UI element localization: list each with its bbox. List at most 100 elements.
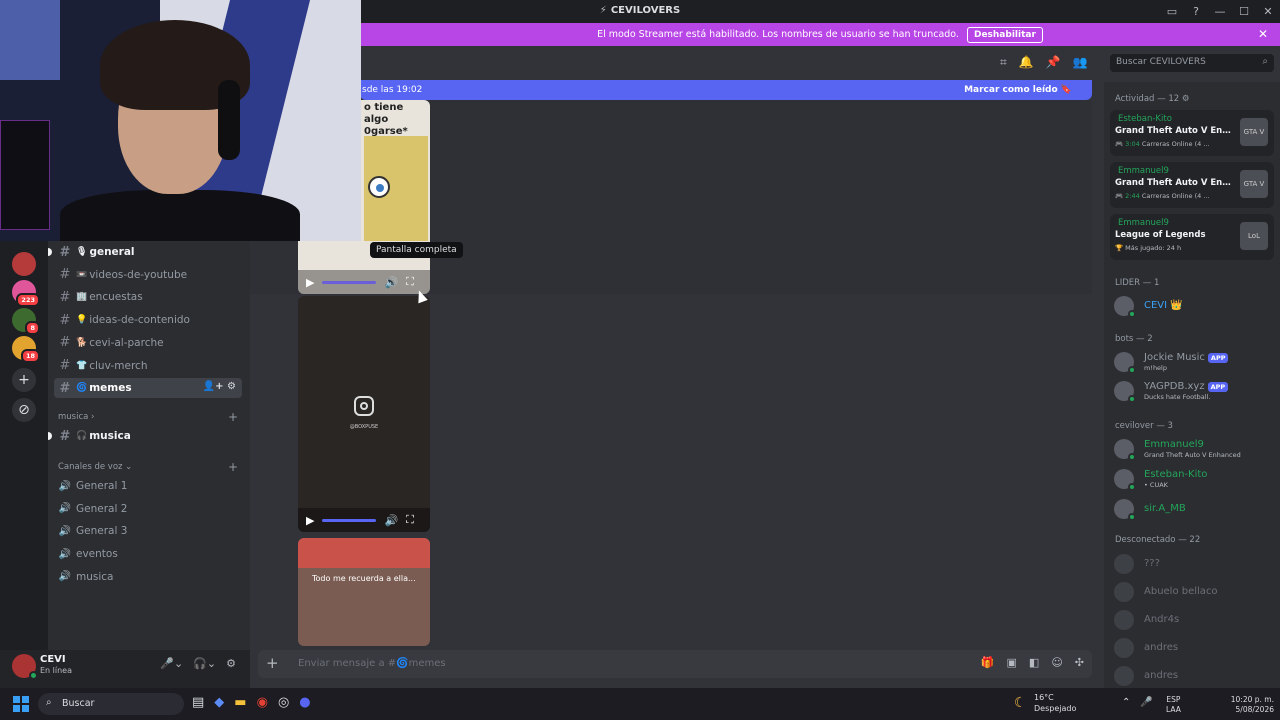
voice-channel[interactable]: 🔊 General 3 — [54, 521, 242, 541]
member-row[interactable]: andres — [1114, 664, 1274, 688]
language-indicator[interactable]: ESP LAA — [1166, 695, 1181, 715]
voice-channel[interactable]: 🔊 General 1 — [54, 476, 242, 496]
message-input[interactable]: Enviar mensaje a #🌀memes — [298, 658, 446, 669]
pin-icon[interactable]: 📌 — [1046, 55, 1061, 70]
member-row[interactable]: sir.A_MB — [1114, 497, 1274, 521]
chat-header-tools: ⌗ 🔔 📌 👥 — [1000, 55, 1088, 70]
chrome-icon[interactable]: ◉ — [257, 695, 268, 710]
instagram-handle: @BOXPUSE — [349, 424, 379, 430]
member-row[interactable]: ??? — [1114, 552, 1274, 576]
channel-general[interactable]: # 🎙 general — [48, 242, 242, 262]
server-2[interactable]: 223 — [12, 280, 40, 307]
member-row[interactable]: Esteban-Kito • CUAK — [1114, 467, 1274, 491]
help-icon[interactable]: ? — [1184, 5, 1208, 18]
gear-icon[interactable]: ⚙ — [227, 381, 236, 392]
voice-channel[interactable]: 🔊 musica — [54, 567, 242, 587]
channel-encuestas[interactable]: # 🏢 encuestas — [54, 287, 242, 307]
meme-video-2[interactable]: @BOXPUSE ▶ 🔊 ⛶ — [298, 296, 430, 532]
voice-channel[interactable]: 🔊 General 2 — [54, 499, 242, 519]
channel-memes[interactable]: # 🌀 memes 👤+ ⚙ — [54, 378, 242, 399]
app-icon[interactable]: ◆ — [214, 695, 224, 710]
message-composer[interactable]: + Enviar mensaje a #🌀memes 🎁 ▣ ◧ ☺ ✣ — [258, 650, 1092, 678]
member-name-text: andres — [1144, 642, 1179, 653]
file-explorer-icon[interactable]: ▬ — [234, 695, 246, 710]
server-1[interactable] — [12, 252, 36, 276]
mark-as-read-button[interactable]: Marcar como leído 🔖 — [964, 85, 1072, 95]
minimize-button[interactable]: — — [1208, 5, 1232, 18]
app-icon[interactable]: ◎ — [278, 695, 289, 710]
volume-bar[interactable] — [322, 280, 377, 284]
member-row[interactable]: YAGPDB.xyz APP Ducks hate Football. — [1114, 379, 1274, 403]
category-musica[interactable]: musica › + — [58, 410, 238, 424]
play-icon[interactable]: ▶ — [306, 276, 314, 289]
member-row[interactable]: CEVI 👑 — [1114, 294, 1274, 318]
add-channel-icon[interactable]: + — [228, 410, 238, 424]
headphones-icon[interactable]: 🎧⌄ — [193, 657, 216, 670]
channel-cluv-merch[interactable]: # 👕 cluv-merch — [54, 356, 242, 376]
channel-cevi-al-parche[interactable]: # 🐕 cevi-al-parche — [54, 333, 242, 353]
members-icon[interactable]: 👥 — [1073, 55, 1088, 70]
close-button[interactable]: ✕ — [1256, 5, 1280, 18]
inbox-icon[interactable]: ▭ — [1160, 5, 1184, 18]
new-messages-bar[interactable]: sde las 19:02 Marcar como leído 🔖 — [360, 80, 1092, 100]
channel-musica[interactable]: # 🎧 musica — [48, 426, 242, 446]
member-row[interactable]: Emmanuel9 Grand Theft Auto V Enhanced — [1114, 437, 1274, 461]
server-4[interactable]: 18 — [12, 336, 40, 363]
taskbar-search[interactable]: ⌕ Buscar — [38, 693, 184, 715]
fullscreen-icon[interactable]: ⛶ — [406, 275, 414, 289]
member-subtext: • CUAK — [1144, 481, 1168, 489]
threads-icon[interactable]: ⌗ — [1000, 55, 1007, 70]
avatar[interactable] — [12, 654, 38, 680]
member-name: YAGPDB.xyz APP — [1144, 381, 1229, 392]
play-icon[interactable]: ▶ — [306, 514, 314, 527]
member-row[interactable]: Andr4s — [1114, 608, 1274, 632]
system-tray: ⌃ 🎤 — [1122, 697, 1153, 708]
add-server-icon[interactable]: + — [12, 368, 36, 392]
member-row[interactable]: Jockie Music APP m!help — [1114, 350, 1274, 374]
bell-icon[interactable]: 🔔 — [1019, 55, 1034, 70]
sticker-icon[interactable]: ◧ — [1029, 656, 1039, 669]
activity-card[interactable]: Emmanuel9 League of Legends 🏆 Más jugado: … — [1110, 214, 1274, 260]
clock[interactable]: 10:20 p. m. 5/08/2026 — [1228, 695, 1274, 715]
discover-icon[interactable]: ⊘ — [12, 398, 36, 422]
gif-icon[interactable]: ▣ — [1007, 656, 1017, 669]
channel-videos-de-youtube[interactable]: # 📼 videos-de-youtube — [54, 265, 242, 285]
windows-start-icon[interactable] — [13, 696, 29, 712]
chevron-up-icon[interactable]: ⌃ — [1122, 697, 1130, 708]
voice-channel[interactable]: 🔊 eventos — [54, 544, 242, 564]
search-input[interactable]: Buscar CEVILOVERS ⌕ — [1110, 54, 1274, 72]
server-3[interactable]: 8 — [12, 308, 40, 335]
emoji-icon[interactable]: ☺ — [1051, 656, 1062, 669]
task-view-icon[interactable]: ▤ — [192, 695, 204, 710]
member-row[interactable]: andres — [1114, 636, 1274, 660]
voice-channel-label: General 1 — [76, 480, 128, 492]
discord-icon[interactable]: ● — [299, 695, 310, 710]
attach-icon[interactable]: + — [266, 654, 279, 672]
add-channel-icon[interactable]: + — [228, 460, 238, 474]
invite-icon[interactable]: 👤+ — [203, 381, 227, 392]
category-voice[interactable]: Canales de voz ⌄ + — [58, 460, 238, 474]
close-icon[interactable]: ✕ — [1258, 27, 1268, 41]
maximize-button[interactable]: ☐ — [1232, 5, 1256, 18]
fullscreen-icon[interactable]: ⛶ — [406, 513, 414, 527]
volume-bar[interactable] — [322, 518, 377, 522]
apps-icon[interactable]: ✣ — [1075, 656, 1084, 669]
lider-header: LIDER — 1 — [1115, 278, 1160, 288]
channel-ideas-de-contenido[interactable]: # 💡 ideas-de-contenido — [54, 310, 242, 330]
member-name: Abuelo bellaco — [1144, 586, 1218, 597]
microphone-icon[interactable]: 🎤⌄ — [160, 657, 183, 670]
volume-icon[interactable]: 🔊 — [384, 514, 398, 527]
unread-indicator — [48, 432, 52, 440]
member-row[interactable]: Abuelo bellaco — [1114, 580, 1274, 604]
settings-icon[interactable]: ⚙ — [226, 657, 236, 670]
activity-detail-text: Más jugado: 24 h — [1125, 244, 1182, 252]
gift-icon[interactable]: 🎁 — [981, 656, 995, 669]
app-badge: APP — [1207, 382, 1229, 392]
hash-icon: # — [59, 267, 71, 283]
activity-card[interactable]: Esteban-Kito Grand Theft Auto V Enhan... 🎮… — [1110, 110, 1274, 156]
activity-card[interactable]: Emmanuel9 Grand Theft Auto V Enhan... 🎮 2:… — [1110, 162, 1274, 208]
microphone-icon[interactable]: 🎤 — [1140, 697, 1152, 708]
volume-icon[interactable]: 🔊 — [384, 276, 398, 289]
meme-video-3[interactable]: Todo me recuerda a ella... — [298, 538, 430, 646]
disable-button[interactable]: Deshabilitar — [966, 26, 1043, 43]
